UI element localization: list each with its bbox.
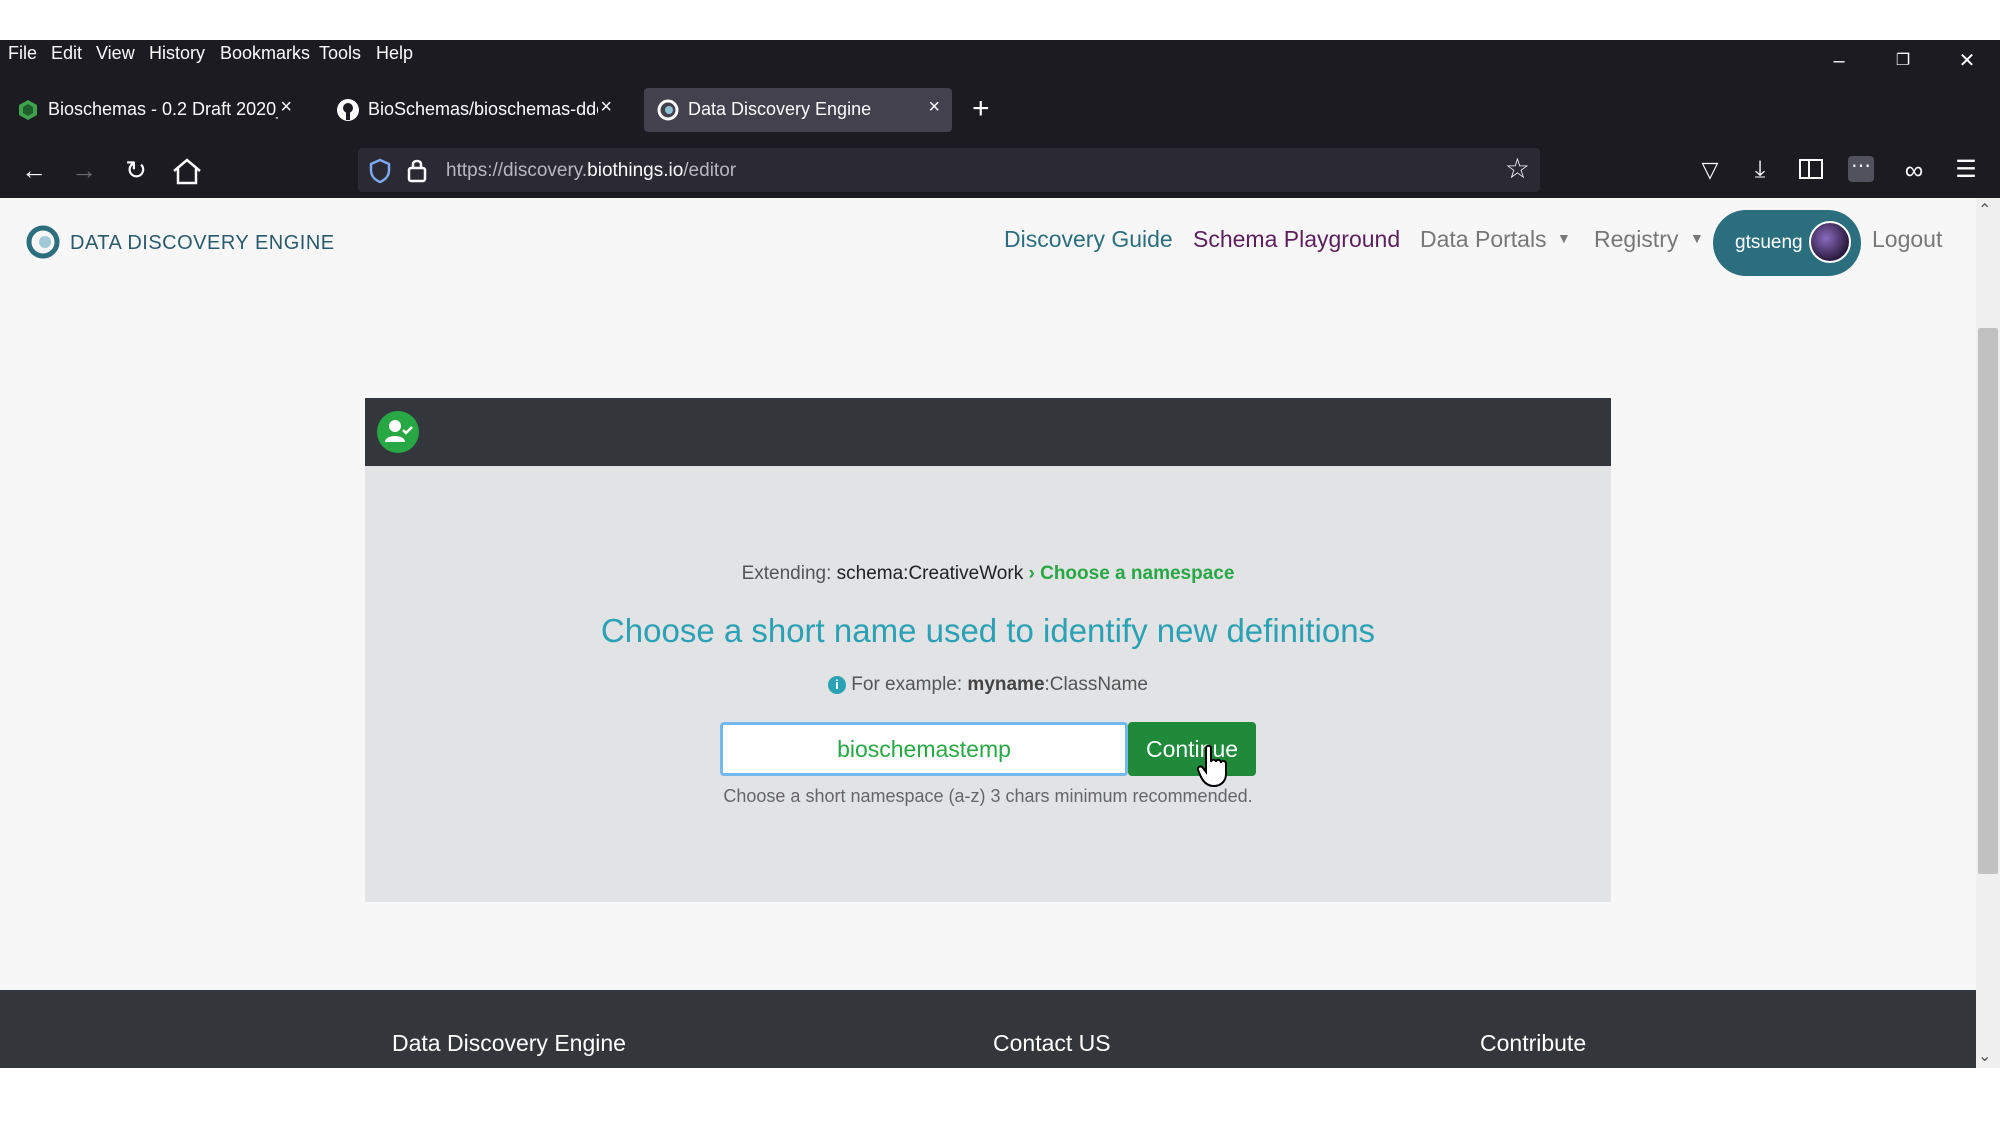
avatar [1809,221,1851,263]
forward-arrow-icon[interactable]: → [66,152,102,188]
dde-logo-icon[interactable] [26,224,60,260]
example-prefix: For example: [851,674,963,695]
reload-icon[interactable]: ↻ [118,152,154,188]
tab-label: Data Discovery Engine [688,99,872,119]
hand-cursor-icon [1196,744,1227,788]
menu-help[interactable]: Help [376,43,413,64]
tab-label: BioSchemas/bioschemas-dde: s [368,99,598,119]
scrollbar-thumb[interactable] [1978,328,1998,874]
url-bar[interactable]: https://discovery.biothings.io/editor ☆ [358,148,1540,192]
nav-schema-playground[interactable]: Schema Playground [1193,226,1400,253]
card-header [365,398,1611,466]
footer-title-dde: Data Discovery Engine [392,1030,626,1056]
tab-label: Bioschemas - 0.2 Draft 2020_12 [48,99,278,119]
menu-bookmarks[interactable]: Bookmarks [220,43,310,64]
username: gtsueng [1735,232,1803,253]
dde-favicon-icon [657,99,679,121]
close-tab-icon[interactable]: × [600,96,612,119]
chevron-right-icon: › [1028,563,1035,584]
downloads-icon[interactable]: ⤓ [1742,152,1778,188]
scroll-up-icon[interactable]: ⌃ [1978,200,1991,220]
user-menu-button[interactable]: gtsueng [1713,210,1861,276]
url-text[interactable]: https://discovery.biothings.io/editor [446,160,736,182]
menu-bar: File Edit View History Bookmarks Tools H… [0,40,2000,72]
menu-file[interactable]: File [8,43,37,64]
footer-title-contribute: Contribute [1480,1030,1587,1056]
example-class: :ClassName [1044,674,1149,695]
extensions-overflow-icon[interactable]: ⋯ [1848,156,1874,182]
github-icon [337,99,359,121]
namespace-help-text: Choose a short namespace (a-z) 3 chars m… [723,786,1253,806]
hamburger-menu-icon[interactable]: ☰ [1948,152,1984,188]
lock-icon[interactable] [406,157,428,183]
minimize-button[interactable]: – [1816,48,1862,74]
breadcrumb: Extending: schema:CreativeWork › Choose … [0,563,1976,585]
tab-data-discovery-engine[interactable]: Data Discovery Engine × [644,88,952,132]
restore-button[interactable]: ❐ [1880,48,1926,74]
tracking-shield-icon[interactable] [368,158,392,184]
nav-logout[interactable]: Logout [1872,226,1942,253]
scroll-down-icon[interactable]: ⌄ [1978,1046,1991,1066]
tab-github[interactable]: BioSchemas/bioschemas-dde: s × [324,88,624,132]
breadcrumb-step: Choose a namespace [1040,563,1235,584]
nav-discovery-guide[interactable]: Discovery Guide [1004,226,1173,253]
breadcrumb-class: schema:CreativeWork [836,563,1024,584]
new-tab-button[interactable]: + [972,92,990,126]
namespace-input[interactable]: bioschemastemp [720,722,1128,776]
menu-edit[interactable]: Edit [51,43,82,64]
nav-data-portals[interactable]: Data Portals [1420,226,1547,253]
home-icon[interactable] [170,156,204,186]
back-arrow-icon[interactable]: ← [16,152,52,188]
private-mask-icon[interactable]: ∞ [1896,152,1932,188]
example-hint: i For example: myname:ClassName [0,674,1976,696]
close-tab-icon[interactable]: × [280,96,292,119]
nav-registry[interactable]: Registry [1594,226,1678,253]
continue-button[interactable]: Continue [1128,722,1256,776]
tab-bioschemas[interactable]: Bioschemas - 0.2 Draft 2020_12 × [4,88,304,132]
info-icon: i [827,676,846,694]
menu-tools[interactable]: Tools [319,43,361,64]
menu-history[interactable]: History [149,43,205,64]
footer-title-contact: Contact US [993,1030,1111,1056]
user-check-icon [377,411,419,453]
example-namespace: myname [967,674,1045,695]
reader-view-icon[interactable] [1798,158,1824,180]
bioschemas-favicon-icon [19,100,37,120]
menu-view[interactable]: View [96,43,135,64]
breadcrumb-label: Extending: [741,563,832,584]
page-title: Choose a short name used to identify new… [600,612,1376,649]
bookmark-star-icon[interactable]: ☆ [1505,152,1530,185]
close-tab-icon[interactable]: × [928,96,940,119]
close-window-button[interactable]: ✕ [1944,48,1990,74]
site-logo-text[interactable]: DATA DISCOVERY ENGINE [70,232,335,255]
caret-down-icon: ▼ [1690,230,1704,246]
pocket-icon[interactable]: ▽ [1692,152,1728,188]
caret-down-icon: ▼ [1557,230,1571,246]
footer [0,990,1976,1068]
